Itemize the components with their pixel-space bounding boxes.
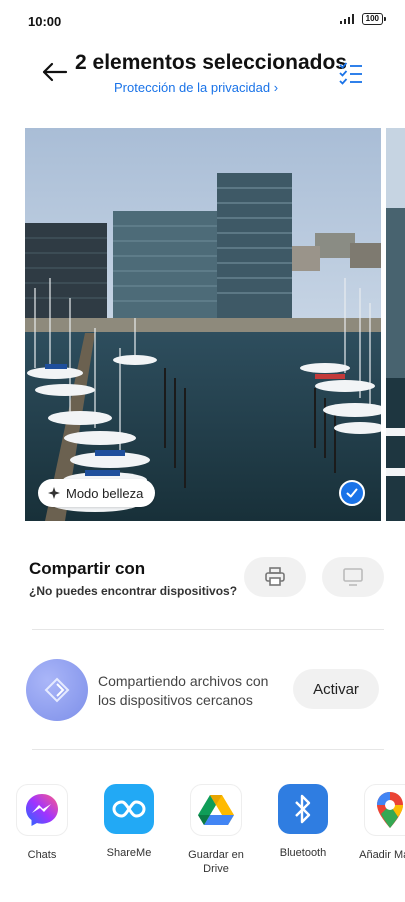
- cast-screen-button[interactable]: [322, 557, 384, 597]
- app-label: ShareMe: [106, 847, 152, 859]
- app-google-drive[interactable]: Guardar en Drive: [176, 784, 256, 876]
- photo-thumbnail-1[interactable]: [25, 128, 381, 521]
- app-google-maps[interactable]: Añadir Maps: [350, 784, 405, 862]
- photo-thumbnail-2[interactable]: [386, 128, 405, 521]
- signal-icon: [339, 14, 354, 24]
- selected-checkbox[interactable]: [339, 480, 365, 506]
- app-bluetooth[interactable]: Bluetooth: [263, 784, 343, 860]
- nearby-share-icon: [26, 659, 88, 721]
- nearby-diamond-icon: [44, 677, 70, 703]
- app-label: Chats: [27, 849, 57, 861]
- app-shareme[interactable]: ShareMe: [89, 784, 169, 860]
- status-time: 10:00: [28, 14, 62, 29]
- cant-find-devices-link[interactable]: ¿No puedes encontrar dispositivos?: [29, 584, 237, 598]
- app-label: Añadir Maps: [359, 849, 405, 861]
- monitor-icon: [343, 568, 363, 586]
- divider: [32, 749, 384, 750]
- sparkle-icon: [48, 487, 60, 499]
- back-arrow-icon[interactable]: [40, 58, 68, 86]
- privacy-link[interactable]: Protección de la privacidad ›: [114, 80, 278, 95]
- app-label: Bluetooth: [279, 847, 327, 859]
- privacy-link-label: Protección de la privacidad: [114, 80, 271, 95]
- google-maps-icon: [364, 784, 405, 836]
- app-chats[interactable]: Chats: [2, 784, 82, 862]
- beauty-mode-label: Modo belleza: [66, 485, 144, 501]
- messenger-icon: [16, 784, 68, 836]
- page-title: 2 elementos seleccionados: [75, 51, 347, 74]
- bluetooth-icon: [278, 784, 328, 834]
- share-with-title: Compartir con: [29, 559, 146, 578]
- printer-icon: [265, 567, 285, 586]
- print-button[interactable]: [244, 557, 306, 597]
- shareme-icon: [104, 784, 154, 834]
- harbor-photo-2: [386, 128, 405, 521]
- activate-button[interactable]: Activar: [293, 669, 379, 709]
- status-icons: 100: [339, 13, 387, 25]
- beauty-mode-badge[interactable]: Modo belleza: [38, 479, 156, 507]
- battery-icon: 100: [361, 13, 387, 25]
- divider: [32, 629, 384, 630]
- nearby-share-description: Compartiendo archivos con los dispositiv…: [98, 673, 269, 708]
- google-drive-icon: [190, 784, 242, 836]
- app-label: Guardar en Drive: [188, 849, 244, 875]
- select-all-icon[interactable]: [338, 60, 364, 86]
- chevron-right-icon: ›: [273, 80, 279, 95]
- harbor-photo: [25, 128, 381, 521]
- checkmark-icon: [346, 488, 358, 498]
